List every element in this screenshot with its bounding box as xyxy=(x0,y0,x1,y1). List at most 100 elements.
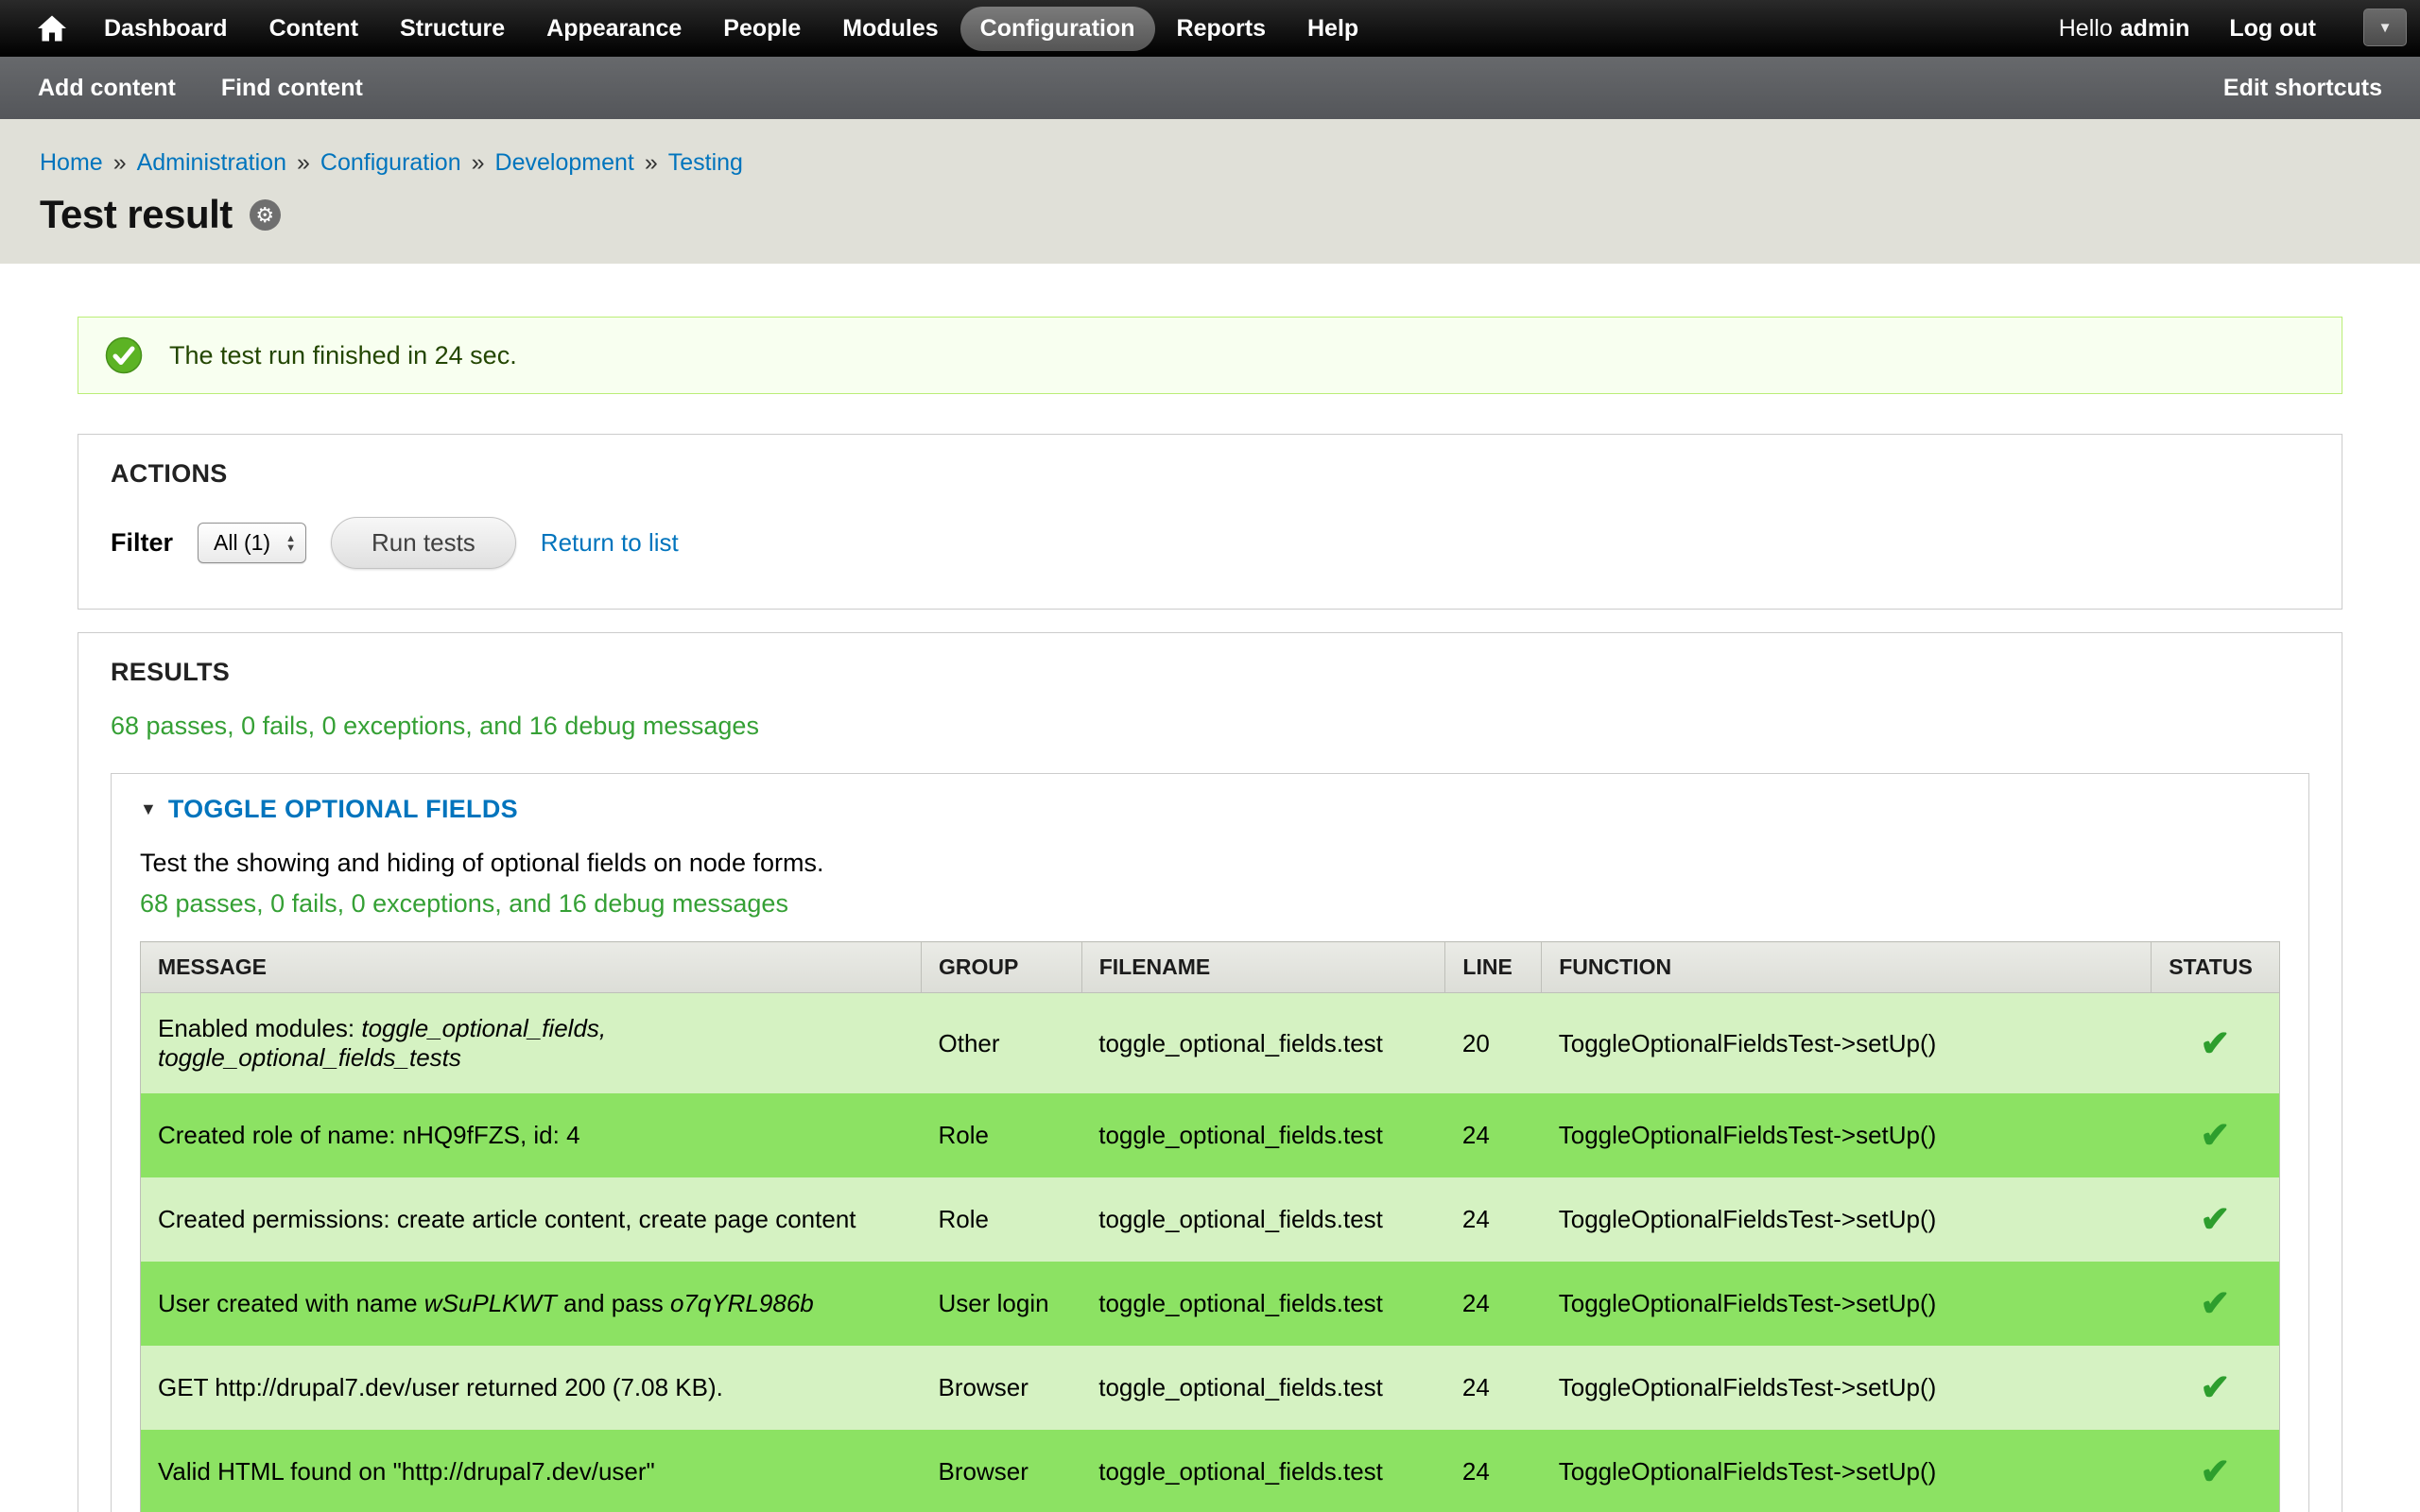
table-row: Enabled modules: toggle_optional_fields,… xyxy=(141,993,2280,1094)
breadcrumb-link-development[interactable]: Development xyxy=(495,149,634,177)
toolbar-item-reports[interactable]: Reports xyxy=(1157,7,1286,51)
status-message: The test run finished in 24 sec. xyxy=(78,317,2342,394)
pass-icon: ✔ xyxy=(2200,1200,2230,1240)
success-check-icon xyxy=(105,336,143,374)
toolbar-item-modules[interactable]: Modules xyxy=(822,7,958,51)
actions-legend: ACTIONS xyxy=(111,459,2309,489)
breadcrumb-link-home[interactable]: Home xyxy=(40,149,103,177)
home-icon[interactable] xyxy=(21,15,83,42)
page-title: Test result xyxy=(40,192,233,237)
test-group-fieldset: ▼ TOGGLE OPTIONAL FIELDS Test the showin… xyxy=(111,773,2309,1512)
toolbar-item-content[interactable]: Content xyxy=(250,7,378,51)
cell-filename: toggle_optional_fields.test xyxy=(1081,993,1445,1094)
table-row: GET http://drupal7.dev/user returned 200… xyxy=(141,1346,2280,1430)
column-header-line: LINE xyxy=(1445,942,1542,993)
cell-filename: toggle_optional_fields.test xyxy=(1081,1093,1445,1177)
header-row: MESSAGE GROUP FILENAME LINE FUNCTION STA… xyxy=(141,942,2280,993)
test-group-title[interactable]: TOGGLE OPTIONAL FIELDS xyxy=(168,795,518,824)
return-to-list-link[interactable]: Return to list xyxy=(541,528,679,558)
breadcrumb-link-testing[interactable]: Testing xyxy=(668,149,743,177)
column-header-message: MESSAGE xyxy=(141,942,922,993)
toolbar-item-help[interactable]: Help xyxy=(1288,7,1378,51)
results-table-body: Enabled modules: toggle_optional_fields,… xyxy=(141,993,2280,1512)
shortcut-add-content[interactable]: Add content xyxy=(38,75,176,102)
gear-icon[interactable]: ⚙ xyxy=(250,199,281,231)
cell-status: ✔ xyxy=(2152,1262,2280,1346)
cell-status: ✔ xyxy=(2152,1430,2280,1512)
results-panel: RESULTS 68 passes, 0 fails, 0 exceptions… xyxy=(78,632,2342,1512)
breadcrumb-separator: » xyxy=(113,149,127,177)
select-arrows-icon: ▲ ▼ xyxy=(285,534,296,553)
pass-icon: ✔ xyxy=(2200,1024,2230,1064)
toolbar-user-area: Helloadmin Log out xyxy=(2059,15,2316,43)
results-table: MESSAGE GROUP FILENAME LINE FUNCTION STA… xyxy=(140,941,2280,1512)
breadcrumb: Home » Administration » Configuration » … xyxy=(40,149,2380,177)
results-table-head: MESSAGE GROUP FILENAME LINE FUNCTION STA… xyxy=(141,942,2280,993)
cell-group: Role xyxy=(922,1177,1082,1262)
main-content: The test run finished in 24 sec. ACTIONS… xyxy=(0,264,2420,1512)
cell-filename: toggle_optional_fields.test xyxy=(1081,1262,1445,1346)
collapse-arrow-icon: ▼ xyxy=(140,799,157,819)
test-group-toggle[interactable]: ▼ TOGGLE OPTIONAL FIELDS xyxy=(140,795,2280,824)
breadcrumb-separator: » xyxy=(297,149,310,177)
home-icon-glyph xyxy=(38,15,66,42)
results-legend: RESULTS xyxy=(111,658,2309,687)
cell-message: Created role of name: nHQ9fFZS, id: 4 xyxy=(141,1093,922,1177)
results-summary: 68 passes, 0 fails, 0 exceptions, and 16… xyxy=(111,712,2309,741)
admin-toolbar: Dashboard Content Structure Appearance P… xyxy=(0,0,2420,57)
breadcrumb-link-administration[interactable]: Administration xyxy=(137,149,286,177)
cell-line: 24 xyxy=(1445,1093,1542,1177)
shortcut-find-content[interactable]: Find content xyxy=(221,75,363,102)
cell-function: ToggleOptionalFieldsTest->setUp() xyxy=(1542,1430,2152,1512)
table-row: Valid HTML found on "http://drupal7.dev/… xyxy=(141,1430,2280,1512)
column-header-status: STATUS xyxy=(2152,942,2280,993)
actions-row: Filter All (1) ▲ ▼ Run tests Return to l… xyxy=(111,517,2309,569)
cell-function: ToggleOptionalFieldsTest->setUp() xyxy=(1542,1262,2152,1346)
pass-icon: ✔ xyxy=(2200,1116,2230,1156)
cell-filename: toggle_optional_fields.test xyxy=(1081,1346,1445,1430)
cell-status: ✔ xyxy=(2152,1346,2280,1430)
username-link[interactable]: admin xyxy=(2120,15,2190,42)
cell-status: ✔ xyxy=(2152,993,2280,1094)
cell-group: Role xyxy=(922,1093,1082,1177)
cell-function: ToggleOptionalFieldsTest->setUp() xyxy=(1542,1346,2152,1430)
cell-line: 24 xyxy=(1445,1177,1542,1262)
toolbar-item-people[interactable]: People xyxy=(703,7,821,51)
chevron-down-icon: ▼ xyxy=(2378,20,2393,36)
column-header-function: FUNCTION xyxy=(1542,942,2152,993)
cell-line: 24 xyxy=(1445,1346,1542,1430)
run-tests-button[interactable]: Run tests xyxy=(331,517,516,569)
breadcrumb-link-configuration[interactable]: Configuration xyxy=(320,149,461,177)
toolbar-item-appearance[interactable]: Appearance xyxy=(527,7,701,51)
breadcrumb-separator: » xyxy=(645,149,658,177)
pass-icon: ✔ xyxy=(2200,1284,2230,1324)
toolbar-item-structure[interactable]: Structure xyxy=(380,7,525,51)
test-group-summary: 68 passes, 0 fails, 0 exceptions, and 16… xyxy=(140,889,2280,919)
logout-link[interactable]: Log out xyxy=(2229,15,2316,43)
cell-message: GET http://drupal7.dev/user returned 200… xyxy=(141,1346,922,1430)
status-message-text: The test run finished in 24 sec. xyxy=(169,341,517,370)
edit-shortcuts-link[interactable]: Edit shortcuts xyxy=(2223,75,2382,102)
select-arrow-up-icon: ▲ xyxy=(285,534,296,543)
column-header-filename: FILENAME xyxy=(1081,942,1445,993)
test-group-description: Test the showing and hiding of optional … xyxy=(140,849,2280,878)
cell-group: User login xyxy=(922,1262,1082,1346)
cell-message: User created with name wSuPLKWT and pass… xyxy=(141,1262,922,1346)
cell-line: 24 xyxy=(1445,1262,1542,1346)
page: Dashboard Content Structure Appearance P… xyxy=(0,0,2420,1512)
cell-function: ToggleOptionalFieldsTest->setUp() xyxy=(1542,1177,2152,1262)
shortcut-bar: Add content Find content Edit shortcuts xyxy=(0,57,2420,119)
pass-icon: ✔ xyxy=(2200,1368,2230,1408)
filter-select-value: All (1) xyxy=(214,530,270,556)
cell-message: Created permissions: create article cont… xyxy=(141,1177,922,1262)
cell-function: ToggleOptionalFieldsTest->setUp() xyxy=(1542,1093,2152,1177)
column-header-group: GROUP xyxy=(922,942,1082,993)
filter-select[interactable]: All (1) ▲ ▼ xyxy=(198,523,306,563)
toolbar-item-configuration[interactable]: Configuration xyxy=(960,7,1155,51)
toolbar-item-dashboard[interactable]: Dashboard xyxy=(84,7,248,51)
cell-group: Other xyxy=(922,993,1082,1094)
table-row: Created role of name: nHQ9fFZS, id: 4 Ro… xyxy=(141,1093,2280,1177)
cell-line: 20 xyxy=(1445,993,1542,1094)
pass-icon: ✔ xyxy=(2200,1452,2230,1492)
toolbar-toggle-button[interactable]: ▼ xyxy=(2363,9,2407,46)
